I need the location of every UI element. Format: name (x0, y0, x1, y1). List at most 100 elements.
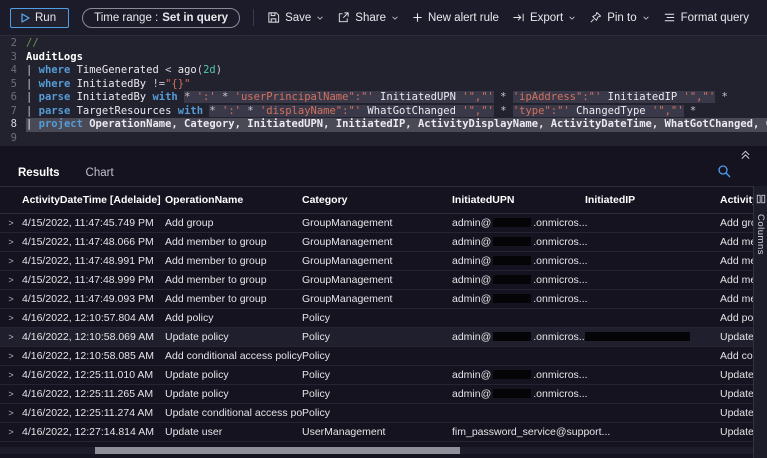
code-text: | project OperationName, Category, Initi… (26, 118, 767, 132)
cell-category: Policy (302, 407, 331, 419)
column-header-activitydisplayname[interactable]: ActivityDisplayName (720, 194, 753, 206)
results-panel-header (0, 146, 767, 160)
run-button[interactable]: Run (10, 7, 70, 28)
log-analytics-window: Run Time range : Set in query Save Share (0, 0, 767, 458)
code-text: | parse InitiatedBy with * ':' * 'userPr… (26, 91, 728, 103)
cell-initiatedupn: admin@ .onmicros... (452, 274, 588, 286)
cell-activitydisplayname: Update (720, 426, 753, 438)
column-header-operationname[interactable]: OperationName (165, 194, 302, 206)
row-expand-chevron-icon[interactable]: > (0, 313, 22, 323)
format-query-button[interactable]: Format query (663, 11, 749, 24)
line-number: 2 (10, 37, 17, 49)
column-header-activitydatetime[interactable]: ActivityDateTime [Adelaide] (22, 194, 165, 206)
code-line[interactable]: 4 | where TimeGenerated < ago(2d) (0, 64, 767, 78)
cell-category: Policy (302, 331, 331, 343)
horizontal-scrollbar-thumb[interactable] (95, 447, 460, 454)
line-number: 8 (10, 118, 17, 130)
line-number: 7 (10, 104, 17, 117)
code-line[interactable]: 9 (0, 132, 767, 146)
code-line[interactable]: 3 AuditLogs (0, 51, 767, 65)
row-expand-chevron-icon[interactable]: > (0, 275, 22, 285)
tab-chart[interactable]: Chart (86, 167, 114, 179)
chevron-down-icon (391, 14, 399, 22)
time-range-button[interactable]: Time range : Set in query (82, 7, 241, 28)
code-text: | where InitiatedBy !="{}" (26, 77, 191, 90)
row-expand-chevron-icon[interactable]: > (0, 218, 22, 228)
upn-suffix: .onmicros... (533, 331, 588, 343)
table-row[interactable]: >4/16/2022, 12:10:58.085 AM Add condition… (0, 347, 753, 366)
format-query-label: Format query (680, 11, 749, 24)
row-expand-chevron-icon[interactable]: > (0, 351, 22, 361)
table-row[interactable]: >4/15/2022, 11:47:45.749 PM Add group Grou… (0, 214, 753, 233)
table-row[interactable]: >4/15/2022, 11:47:48.999 PM Add member to… (0, 271, 753, 290)
row-expand-chevron-icon[interactable]: > (0, 389, 22, 399)
save-button[interactable]: Save (267, 11, 324, 24)
line-number: 5 (10, 77, 17, 90)
cell-operationname: Add member to group (165, 255, 267, 267)
upn-prefix: admin@ (452, 293, 492, 305)
upn-prefix: admin@ (452, 369, 492, 381)
table-row[interactable]: >4/16/2022, 12:10:58.069 AM Update policy… (0, 328, 753, 347)
cell-activitydatetime: 4/16/2022, 12:27:14.814 AM (22, 426, 154, 438)
column-header-initiatedupn[interactable]: InitiatedUPN (452, 194, 585, 206)
chevron-down-icon (316, 14, 324, 22)
table-row[interactable]: >4/16/2022, 12:25:11.265 AM Update policy… (0, 385, 753, 404)
row-expand-chevron-icon[interactable]: > (0, 427, 22, 437)
cell-operationname: Add group (165, 217, 214, 229)
code-line[interactable]: 7 | parse TargetResources with * ':' * 'd… (0, 104, 767, 119)
upn-prefix: admin@ (452, 255, 492, 267)
play-icon (20, 12, 30, 23)
line-number: 4 (10, 64, 17, 76)
upn-suffix: .onmicros... (533, 388, 588, 400)
code-line[interactable]: 8 | project OperationName, Category, Init… (0, 118, 767, 132)
new-alert-rule-label: New alert rule (427, 11, 499, 24)
cell-category: GroupManagement (302, 255, 393, 267)
cell-activitydisplayname: Add group (720, 217, 753, 229)
export-icon (512, 11, 525, 24)
upn-prefix: admin@ (452, 331, 492, 343)
row-expand-chevron-icon[interactable]: > (0, 294, 22, 304)
column-header-initiatedip[interactable]: InitiatedIP (585, 194, 720, 206)
collapse-editor-chevron-icon[interactable] (740, 147, 751, 165)
query-toolbar: Run Time range : Set in query Save Share (0, 0, 767, 36)
table-row[interactable]: >4/15/2022, 11:47:48.066 PM Add member to… (0, 233, 753, 252)
row-expand-chevron-icon[interactable]: > (0, 370, 22, 380)
cell-activitydisplayname: Add cond (720, 350, 753, 362)
upn-suffix: .onmicros... (533, 236, 588, 248)
table-row[interactable]: >4/16/2022, 12:25:11.274 AM Update condit… (0, 404, 753, 423)
columns-panel-tab[interactable]: Columns (753, 186, 767, 458)
column-header-category[interactable]: Category (302, 194, 452, 206)
query-editor[interactable]: 2 // 3 AuditLogs 4 | where TimeGenerated < ag… (0, 36, 767, 146)
new-alert-rule-button[interactable]: New alert rule (412, 12, 499, 24)
table-row[interactable]: >4/15/2022, 11:47:49.093 PM Add member to… (0, 290, 753, 309)
row-expand-chevron-icon[interactable]: > (0, 237, 22, 247)
toolbar-divider (253, 9, 255, 26)
table-row[interactable]: >4/16/2022, 12:10:57.804 AM Add policy Pol… (0, 309, 753, 328)
cell-operationname: Update policy (165, 388, 229, 400)
redaction-box (493, 389, 532, 398)
row-expand-chevron-icon[interactable]: > (0, 408, 22, 418)
code-text: | parse TargetResources with * ':' * 'di… (26, 104, 697, 117)
table-row[interactable]: >4/16/2022, 12:25:11.010 AM Update policy… (0, 366, 753, 385)
cell-operationname: Add policy (165, 312, 214, 324)
search-icon[interactable] (717, 164, 731, 183)
export-button[interactable]: Export (512, 11, 576, 24)
horizontal-scrollbar[interactable] (0, 447, 753, 454)
cell-activitydatetime: 4/16/2022, 12:10:58.085 AM (22, 350, 154, 362)
pin-to-button[interactable]: Pin to (589, 11, 649, 24)
row-expand-chevron-icon[interactable]: > (0, 332, 22, 342)
cell-initiatedupn: admin@ .onmicros... (452, 236, 588, 248)
row-expand-chevron-icon[interactable]: > (0, 256, 22, 266)
upn-suffix: .onmicros... (533, 274, 588, 286)
line-number: 6 (10, 91, 17, 103)
code-line[interactable]: 5 | where InitiatedBy !="{}" (0, 78, 767, 92)
upn-prefix: admin@ (452, 388, 492, 400)
share-button[interactable]: Share (337, 11, 399, 24)
cell-category: Policy (302, 350, 331, 362)
code-line[interactable]: 6 | parse InitiatedBy with * ':' * 'userP… (0, 91, 767, 105)
tab-results[interactable]: Results (18, 167, 60, 179)
code-line[interactable]: 2 // (0, 37, 767, 51)
results-tabs: Results Chart (0, 160, 767, 186)
table-row[interactable]: >4/15/2022, 11:47:48.991 PM Add member to… (0, 252, 753, 271)
table-row[interactable]: >4/16/2022, 12:27:14.814 AM Update user Us… (0, 423, 753, 442)
